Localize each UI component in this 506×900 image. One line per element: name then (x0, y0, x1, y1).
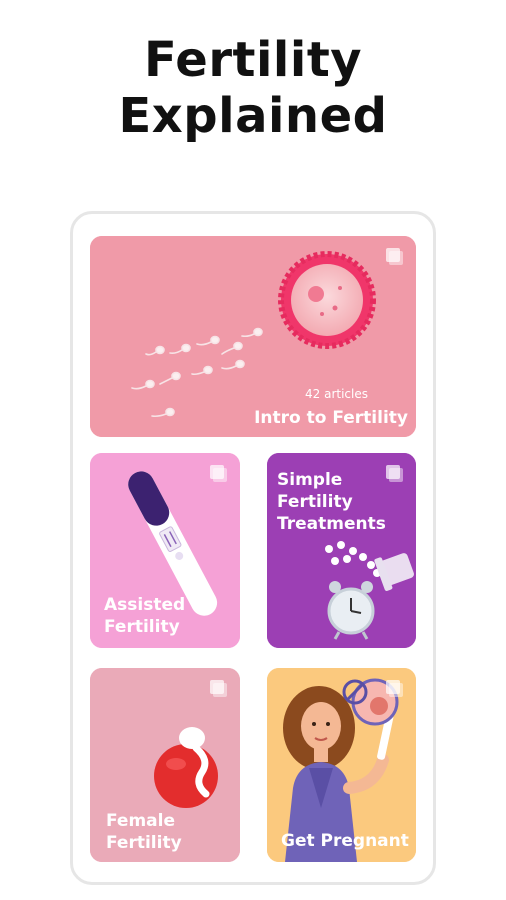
copy-icon (386, 248, 403, 265)
card-label-female-fertility: Female Fertility (106, 810, 182, 854)
card-label-line: Fertility (104, 617, 180, 637)
card-label-simple-fertility-treatments: Simple Fertility Treatments (277, 469, 386, 535)
category-card-intro[interactable]: 42 articles Intro to Fertility (90, 236, 416, 437)
page-title: Fertility Explained (0, 32, 506, 144)
card-label-line: Fertility (277, 492, 353, 512)
article-count: 42 articles (305, 387, 368, 401)
page-title-line-2: Explained (118, 88, 388, 144)
card-label-line: Simple (277, 470, 343, 490)
category-card-assisted-fertility[interactable]: Assisted Fertility (90, 453, 240, 648)
category-card-get-pregnant[interactable]: Get Pregnant (267, 668, 416, 862)
card-label-line: Fertility (106, 833, 182, 853)
category-card-female-fertility[interactable]: Female Fertility (90, 668, 240, 862)
page-title-line-1: Fertility (143, 32, 363, 88)
card-label-assisted-fertility: Assisted Fertility (104, 594, 185, 638)
card-label-line: Assisted (104, 595, 186, 615)
copy-icon (210, 680, 227, 697)
category-card-simple-fertility-treatments[interactable]: Simple Fertility Treatments (267, 453, 416, 648)
copy-icon (386, 680, 403, 697)
card-label-line: Treatments (277, 514, 386, 534)
card-label-get-pregnant: Get Pregnant (281, 831, 409, 851)
copy-icon (210, 465, 227, 482)
card-label-intro: Intro to Fertility (254, 408, 408, 428)
copy-icon (386, 465, 403, 482)
card-label-line: Female (106, 811, 175, 831)
